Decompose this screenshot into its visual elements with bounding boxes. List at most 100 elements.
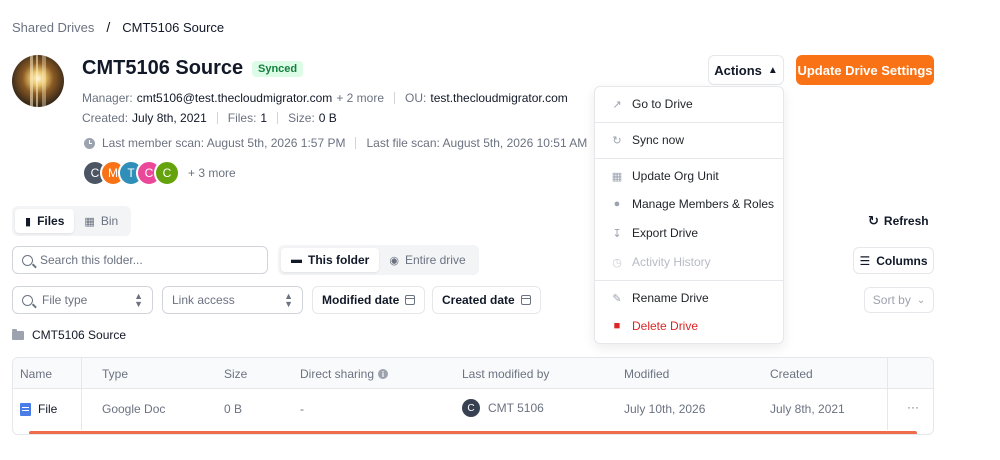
- created-label: Created:: [82, 111, 129, 125]
- actions-label: Actions: [714, 62, 762, 78]
- column-header-direct-sharing[interactable]: Direct sharing i: [300, 367, 389, 381]
- sort-by-label: Sort by: [872, 293, 911, 307]
- current-folder: CMT5106 Source: [12, 328, 126, 342]
- meta-divider: [355, 137, 357, 149]
- menu-divider: [595, 280, 783, 281]
- scope-this-folder[interactable]: ▬ This folder: [281, 248, 380, 272]
- member-avatar[interactable]: C: [154, 160, 180, 186]
- column-divider: [887, 358, 888, 430]
- last-member-scan: Last member scan: August 5th, 2026 1:57 …: [102, 136, 346, 150]
- members-more[interactable]: + 3 more: [188, 166, 236, 180]
- manager-more[interactable]: + 2 more: [336, 91, 384, 105]
- menu-item-rename-drive[interactable]: ✎ Rename Drive: [611, 291, 709, 305]
- modifier-name: CMT 5106: [488, 401, 544, 415]
- google-doc-icon: [20, 402, 31, 416]
- menu-item-export-drive[interactable]: ↧ Export Drive: [611, 226, 698, 240]
- tab-label: Bin: [100, 214, 119, 228]
- tab-bin[interactable]: ▦ Bin: [74, 209, 128, 233]
- refresh-button[interactable]: ↻ Refresh: [868, 213, 929, 229]
- refresh-icon: ↻: [868, 213, 879, 228]
- menu-item-label: Rename Drive: [632, 291, 709, 305]
- actions-button[interactable]: Actions ▲: [708, 55, 784, 85]
- chevron-down-icon: ⌄: [916, 294, 926, 306]
- files-bin-tabs: ▮ Files ▦ Bin: [12, 206, 132, 236]
- manager-email[interactable]: cmt5106@test.thecloudmigrator.com: [137, 91, 333, 105]
- clock-icon: [84, 137, 95, 149]
- refresh-label: Refresh: [883, 214, 929, 228]
- scope-label: This folder: [308, 253, 370, 267]
- drive-avatar: [12, 55, 64, 107]
- meta-divider: [277, 112, 279, 124]
- file-type-select[interactable]: File type ▲ ▼: [12, 286, 153, 314]
- menu-item-update-org-unit[interactable]: ▦ Update Org Unit: [611, 169, 719, 183]
- download-icon: ↧: [612, 227, 622, 240]
- external-link-icon: ↗: [612, 98, 622, 111]
- column-header-created[interactable]: Created: [770, 367, 813, 381]
- menu-item-sync-now[interactable]: ↻ Sync now: [611, 133, 684, 147]
- scan-info: Last member scan: August 5th, 2026 1:57 …: [84, 136, 587, 150]
- link-access-select[interactable]: Link access ▲ ▼: [162, 286, 303, 314]
- column-header-size[interactable]: Size: [224, 367, 247, 381]
- sort-by-select[interactable]: Sort by ⌄: [864, 287, 934, 313]
- sliders-icon: ☰: [859, 253, 871, 268]
- cell-type: Google Doc: [102, 402, 166, 416]
- menu-item-label: Export Drive: [632, 226, 699, 240]
- breadcrumb: Shared Drives / CMT5106 Source: [12, 19, 224, 35]
- modified-date-filter[interactable]: Modified date: [312, 286, 426, 314]
- cell-size: 0 B: [224, 402, 243, 416]
- globe-icon: ◉: [389, 254, 399, 267]
- tab-files[interactable]: ▮ Files: [15, 209, 75, 233]
- calendar-icon: [520, 295, 531, 305]
- column-header-type[interactable]: Type: [102, 367, 128, 381]
- status-badge: Synced: [252, 61, 304, 77]
- chevron-up-icon: ▲: [767, 64, 778, 76]
- cell-name[interactable]: File: [20, 402, 57, 416]
- menu-item-label: Manage Members & Roles: [632, 197, 775, 211]
- update-drive-settings-button[interactable]: Update Drive Settings: [796, 55, 934, 85]
- actions-menu: ↗ Go to Drive ↻ Sync now ▦ Update Org Un…: [594, 86, 784, 344]
- manager-label: Manager:: [82, 91, 133, 105]
- column-header-last-modified-by[interactable]: Last modified by: [462, 367, 549, 381]
- info-icon[interactable]: i: [378, 369, 389, 379]
- cell-modified: July 10th, 2026: [624, 402, 706, 416]
- meta-divider: [216, 112, 218, 124]
- menu-item-label: Go to Drive: [632, 97, 693, 111]
- cell-last-modified-by: C CMT 5106: [462, 399, 544, 417]
- created-date-filter[interactable]: Created date: [432, 286, 541, 314]
- column-header-name[interactable]: Name: [20, 367, 52, 381]
- tab-label: Files: [37, 214, 65, 228]
- search-input[interactable]: [40, 253, 250, 267]
- menu-item-delete-drive[interactable]: ■ Delete Drive: [611, 319, 698, 333]
- scope-entire-drive[interactable]: ◉ Entire drive: [379, 248, 475, 272]
- scope-toggle: ▬ This folder ◉ Entire drive: [278, 245, 479, 275]
- member-avatars[interactable]: C M T C C + 3 more: [82, 160, 236, 186]
- history-icon: ◷: [612, 256, 622, 269]
- building-icon: ▦: [611, 170, 623, 183]
- column-header-label: Direct sharing: [300, 367, 375, 381]
- column-divider: [81, 358, 82, 430]
- drive-meta-manager: Manager: cmt5106@test.thecloudmigrator.c…: [82, 91, 568, 105]
- files-label: Files:: [227, 111, 257, 125]
- menu-item-label: Delete Drive: [632, 319, 699, 333]
- breadcrumb-separator: /: [106, 19, 111, 35]
- sync-icon: ↻: [612, 134, 622, 147]
- search-icon: [22, 294, 33, 306]
- menu-item-label: Activity History: [632, 255, 711, 269]
- menu-item-manage-members[interactable]: ● Manage Members & Roles: [611, 197, 774, 211]
- ou-label: OU:: [405, 91, 427, 105]
- menu-divider: [595, 122, 783, 123]
- menu-item-go-to-drive[interactable]: ↗ Go to Drive: [611, 97, 693, 111]
- menu-item-label: Sync now: [632, 133, 685, 147]
- files-table: Name Type Size Direct sharing i Last mod…: [12, 357, 934, 435]
- file-name: File: [38, 402, 58, 416]
- link-access-label: Link access: [172, 293, 235, 307]
- trash-icon: ▦: [84, 215, 95, 228]
- search-icon: [22, 254, 33, 266]
- file-type-label: File type: [42, 293, 88, 307]
- row-menu-button[interactable]: ···: [907, 400, 919, 414]
- columns-button[interactable]: ☰ Columns: [853, 247, 934, 274]
- horizontal-scrollbar[interactable]: [29, 431, 917, 434]
- breadcrumb-shared-drives[interactable]: Shared Drives: [12, 20, 94, 35]
- calendar-icon: [405, 295, 416, 305]
- column-header-modified[interactable]: Modified: [624, 367, 669, 381]
